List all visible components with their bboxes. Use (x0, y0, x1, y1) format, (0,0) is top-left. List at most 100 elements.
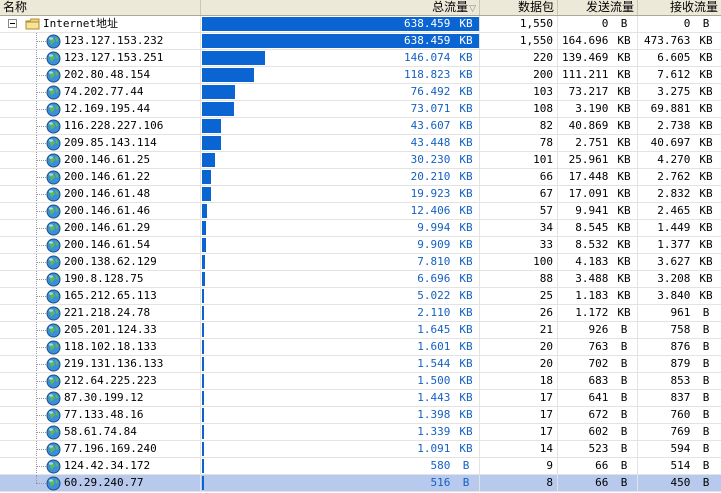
packets-value: 8 (480, 475, 558, 491)
column-header-total[interactable]: 总流量▽ (201, 0, 480, 15)
name-cell: 200.146.61.29 (0, 220, 201, 236)
packets-value: 66 (480, 169, 558, 185)
packets-value: 33 (480, 237, 558, 253)
table-row[interactable]: 123.127.153.251 146.074 KB 220 139.469 KB 6.… (0, 50, 721, 67)
sent-value: 73.217 KB (558, 84, 638, 100)
tree-root-row[interactable]: Internet地址 638.459 KB 1,550 0 B0 B (0, 16, 721, 33)
recv-value: 769 B (670, 425, 710, 438)
globe-icon (46, 374, 61, 389)
sent-value: 9.941 KB (558, 203, 638, 219)
sent-value: 66 B (558, 458, 638, 474)
sent-value: 3.488 KB (558, 271, 638, 287)
tree-connector (36, 228, 46, 229)
table-row[interactable]: 116.228.227.106 43.607 KB 82 40.869 KB 2.738… (0, 118, 721, 135)
traffic-tree-grid[interactable]: 名称 总流量▽ 数据包 发送流量 接收流量 Internet地址 638.459 … (0, 0, 721, 493)
name-cell: 87.30.199.12 (0, 390, 201, 406)
table-row[interactable]: 200.146.61.54 9.909 KB 33 8.532 KB 1.377 KB (0, 237, 721, 254)
total-traffic-bar (202, 272, 205, 286)
column-header-packets[interactable]: 数据包 (480, 0, 558, 15)
collapse-toggle-icon[interactable] (8, 19, 17, 28)
table-row[interactable]: 209.85.143.114 43.448 KB 78 2.751 KB 40.697 … (0, 135, 721, 152)
total-traffic-value: 580 B (430, 459, 470, 472)
table-row[interactable]: 205.201.124.33 1.645 KB 21 926 B 758 B (0, 322, 721, 339)
table-row[interactable]: 60.29.240.77 516 B 8 66 B 450 B (0, 475, 721, 492)
ip-address: 118.102.18.133 (64, 340, 157, 353)
table-row[interactable]: 124.42.34.172 580 B 9 66 B 514 B (0, 458, 721, 475)
globe-icon (46, 102, 61, 117)
sent-value: 164.696 KB (558, 33, 638, 49)
tree-connector (36, 466, 46, 467)
total-traffic-bar (202, 102, 234, 116)
total-cell: 146.074 KB (201, 50, 480, 66)
total-cell: 1.339 KB (201, 424, 480, 440)
total-traffic-bar (202, 221, 206, 235)
tree-connector (36, 483, 46, 484)
total-traffic-bar (202, 170, 211, 184)
total-traffic-bar (202, 68, 254, 82)
total-cell: 30.230 KB (201, 152, 480, 168)
total-cell: 76.492 KB (201, 84, 480, 100)
table-row[interactable]: 200.138.62.129 7.810 KB 100 4.183 KB 3.627 K… (0, 254, 721, 271)
table-row[interactable]: 87.30.199.12 1.443 KB 17 641 B 837 B (0, 390, 721, 407)
column-header-sent[interactable]: 发送流量 (558, 0, 638, 15)
name-cell: Internet地址 (0, 16, 201, 32)
packets-value: 20 (480, 339, 558, 355)
sent-value: 523 B (558, 441, 638, 457)
ip-address: 200.146.61.22 (64, 170, 151, 183)
total-traffic-bar (202, 119, 221, 133)
table-row[interactable]: 165.212.65.113 5.022 KB 25 1.183 KB 3.840 KB (0, 288, 721, 305)
globe-icon (46, 153, 61, 168)
recv-value: 69.881 KB (650, 102, 713, 115)
sent-value: 926 B (558, 322, 638, 338)
total-traffic-value: 19.923 KB (410, 187, 473, 200)
total-traffic-value: 638.459 KB (404, 17, 473, 30)
globe-icon (46, 272, 61, 287)
table-row[interactable]: 77.133.48.16 1.398 KB 17 672 B 760 B (0, 407, 721, 424)
total-cell: 580 B (201, 458, 480, 474)
table-row[interactable]: 200.146.61.22 20.210 KB 66 17.448 KB 2.762 K… (0, 169, 721, 186)
recv-value: 758 B (670, 323, 710, 336)
name-cell: 123.127.153.251 (0, 50, 201, 66)
recv-value: 879 B (670, 357, 710, 370)
globe-icon (46, 238, 61, 253)
sent-value: 672 B (558, 407, 638, 423)
table-row[interactable]: 118.102.18.133 1.601 KB 20 763 B 876 B (0, 339, 721, 356)
table-row[interactable]: 200.146.61.25 30.230 KB 101 25.961 KB 4.270 … (0, 152, 721, 169)
ip-address: 219.131.136.133 (64, 357, 164, 370)
packets-value: 20 (480, 356, 558, 372)
ip-address: 212.64.225.223 (64, 374, 157, 387)
table-row[interactable]: 212.64.225.223 1.500 KB 18 683 B 853 B (0, 373, 721, 390)
sent-value: 17.091 KB (558, 186, 638, 202)
table-row[interactable]: 200.146.61.48 19.923 KB 67 17.091 KB 2.832 K… (0, 186, 721, 203)
table-row[interactable]: 221.218.24.78 2.110 KB 26 1.172 KB 961 B (0, 305, 721, 322)
column-header-name[interactable]: 名称 (0, 0, 201, 15)
tree-connector (36, 330, 46, 331)
packets-value: 18 (480, 373, 558, 389)
total-traffic-bar (202, 476, 204, 490)
table-row[interactable]: 202.80.48.154 118.823 KB 200 111.211 KB 7.61… (0, 67, 721, 84)
packets-value: 14 (480, 441, 558, 457)
table-row[interactable]: 74.202.77.44 76.492 KB 103 73.217 KB 3.275 K… (0, 84, 721, 101)
table-row[interactable]: 190.8.128.75 6.696 KB 88 3.488 KB 3.208 KB (0, 271, 721, 288)
table-row[interactable]: 12.169.195.44 73.071 KB 108 3.190 KB 69.881 … (0, 101, 721, 118)
column-header-recv[interactable]: 接收流量 (638, 0, 721, 15)
total-cell: 1.443 KB (201, 390, 480, 406)
ip-address: 205.201.124.33 (64, 323, 157, 336)
table-row[interactable]: 200.146.61.29 9.994 KB 34 8.545 KB 1.449 KB (0, 220, 721, 237)
table-row[interactable]: 77.196.169.240 1.091 KB 14 523 B 594 B (0, 441, 721, 458)
globe-icon (46, 442, 61, 457)
table-row[interactable]: 200.146.61.46 12.406 KB 57 9.941 KB 2.465 KB (0, 203, 721, 220)
sent-value: 139.469 KB (558, 50, 638, 66)
total-traffic-value: 6.696 KB (417, 272, 473, 285)
table-row[interactable]: 58.61.74.84 1.339 KB 17 602 B 769 B (0, 424, 721, 441)
name-cell: 60.29.240.77 (0, 475, 201, 491)
table-row[interactable]: 219.131.136.133 1.544 KB 20 702 B 879 B (0, 356, 721, 373)
tree-connector (36, 432, 46, 433)
total-traffic-bar (202, 204, 207, 218)
total-traffic-bar (202, 357, 204, 371)
tree-connector (36, 245, 46, 246)
globe-icon (46, 170, 61, 185)
tree-connector (36, 415, 46, 416)
tree-connector (36, 364, 46, 365)
table-row[interactable]: 123.127.153.232 638.459 KB 1,550 164.696 KB… (0, 33, 721, 50)
